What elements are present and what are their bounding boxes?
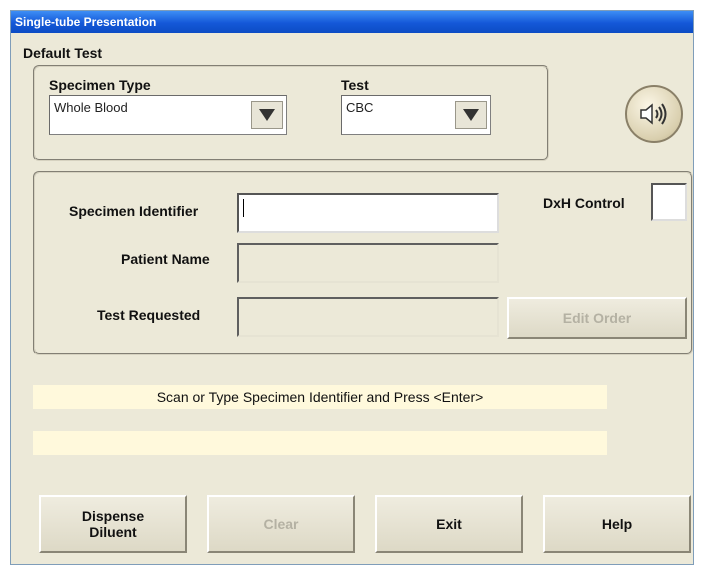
patient-name-label: Patient Name xyxy=(121,251,210,267)
dispense-diluent-line2: Diluent xyxy=(89,524,137,540)
speaker-button[interactable] xyxy=(625,85,683,143)
clear-button[interactable]: Clear xyxy=(207,495,355,553)
specimen-type-dropdown-arrow[interactable] xyxy=(251,101,283,129)
test-select[interactable]: CBC xyxy=(341,95,491,135)
status-secondary xyxy=(33,431,607,455)
specimen-group: Specimen Identifier DxH Control Patient … xyxy=(33,171,693,355)
help-button[interactable]: Help xyxy=(543,495,691,553)
specimen-type-select[interactable]: Whole Blood xyxy=(49,95,287,135)
default-test-group: Specimen Type Whole Blood Test CBC xyxy=(33,65,549,161)
status-message: Scan or Type Specimen Identifier and Pre… xyxy=(33,385,607,409)
test-requested-field xyxy=(237,297,499,337)
dxh-control-label: DxH Control xyxy=(543,195,625,211)
chevron-down-icon xyxy=(463,109,479,121)
test-dropdown-arrow[interactable] xyxy=(455,101,487,129)
dxh-control-checkbox[interactable] xyxy=(651,183,687,221)
specimen-type-label: Specimen Type xyxy=(49,77,151,93)
window-title: Single-tube Presentation xyxy=(11,11,693,33)
dispense-diluent-button[interactable]: Dispense Diluent xyxy=(39,495,187,553)
exit-button[interactable]: Exit xyxy=(375,495,523,553)
patient-name-field xyxy=(237,243,499,283)
text-caret xyxy=(243,199,244,217)
specimen-type-value: Whole Blood xyxy=(54,100,128,115)
specimen-identifier-label: Specimen Identifier xyxy=(69,203,199,219)
edit-order-button[interactable]: Edit Order xyxy=(507,297,687,339)
single-tube-window: Single-tube Presentation Default Test Sp… xyxy=(10,10,694,565)
dispense-diluent-line1: Dispense xyxy=(81,508,145,524)
speaker-icon xyxy=(640,103,667,125)
chevron-down-icon xyxy=(259,109,275,121)
specimen-identifier-input[interactable] xyxy=(237,193,499,233)
test-label: Test xyxy=(341,77,369,93)
default-test-label: Default Test xyxy=(23,45,103,61)
test-value: CBC xyxy=(346,100,374,115)
test-requested-label: Test Requested xyxy=(97,307,201,323)
